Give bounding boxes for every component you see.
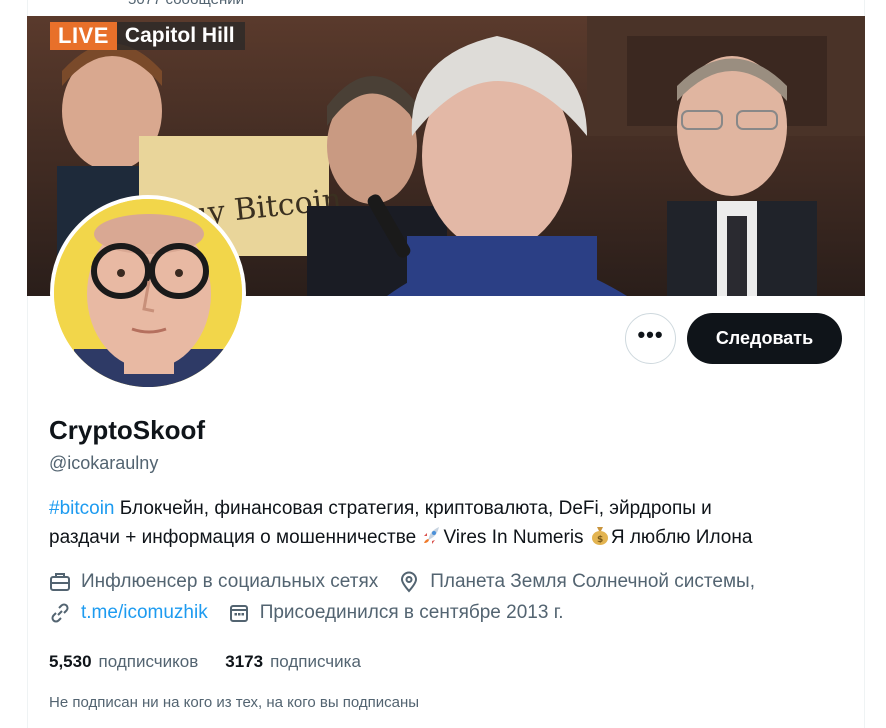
location-pin-icon [401, 571, 418, 593]
money-bag-icon: $ [591, 527, 608, 545]
profile-joined-date: Присоединился в сентябре 2013 г. [259, 602, 564, 623]
live-location: Capitol Hill [116, 22, 245, 50]
follow-stats: 5,530 подписчиков 3173 подписчика [49, 650, 361, 674]
svg-text:$: $ [597, 535, 603, 545]
bio-line-2: раздачи + информация о мошенничестве [49, 527, 422, 548]
profile-bio: #bitcoin Блокчейн, финансовая стратегия,… [49, 494, 849, 552]
profile-website-link[interactable]: t.me/icomuzhik [81, 601, 208, 625]
calendar-icon [229, 605, 248, 622]
avatar-photo [54, 199, 242, 387]
avatar[interactable] [50, 195, 246, 391]
link-icon [51, 603, 69, 623]
user-handle: @icokaraulny [49, 453, 159, 473]
hashtag-link[interactable]: #bitcoin [49, 498, 115, 519]
live-badge: LIVE Capitol Hill [50, 22, 245, 50]
profile-meta-row-1: Инфлюенсер в социальных сетях Планета Зе… [49, 570, 755, 594]
profile-category: Инфлюенсер в социальных сетях [81, 571, 379, 592]
followers-count: 5,530 [49, 652, 92, 671]
bio-line-1: Блокчейн, финансовая стратегия, криптова… [114, 498, 712, 519]
more-icon: ••• [637, 321, 664, 347]
more-options-button[interactable]: ••• [625, 313, 676, 364]
display-name: CryptoSkoof [49, 415, 205, 445]
live-tag: LIVE [50, 22, 117, 50]
follow-button[interactable]: Следовать [687, 313, 842, 364]
bio-vires: Vires In Numeris [443, 527, 589, 548]
followed-by-note: Не подписан ни на кого из тех, на кого в… [49, 694, 420, 711]
post-count-partial: 5077 сообщении [128, 0, 244, 8]
followers-link[interactable]: 5,530 подписчиков [49, 650, 198, 674]
following-label: подписчика [270, 652, 361, 671]
followers-label: подписчиков [98, 652, 199, 671]
following-link[interactable]: 3173 подписчика [225, 650, 361, 674]
briefcase-icon [50, 573, 70, 591]
rocket-icon [424, 527, 440, 544]
following-count: 3173 [225, 652, 264, 671]
bio-elon: Я люблю Илона [610, 527, 753, 548]
profile-meta-row-2: t.me/icomuzhik Присоединился в сентябре … [49, 601, 564, 625]
profile-location: Планета Земля Солнечной системы, [430, 571, 755, 592]
